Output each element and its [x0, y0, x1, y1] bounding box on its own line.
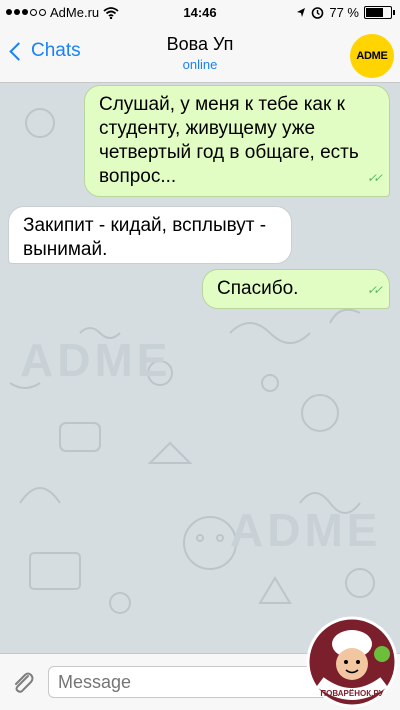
battery-icon — [364, 6, 395, 19]
chat-screen: AdMe.ru 14:46 77 % Chats Вова Уп online … — [0, 0, 400, 710]
message-text: Слушай, у меня к тебе как к студенту, жи… — [99, 94, 359, 187]
status-bar: AdMe.ru 14:46 77 % — [0, 0, 400, 26]
svg-text:ПОВАРЁНОК.РУ: ПОВАРЁНОК.РУ — [320, 689, 384, 698]
battery-percent: 77 % — [329, 5, 359, 20]
nav-bar: Chats Вова Уп online ADME — [0, 26, 400, 83]
battery-fill — [366, 8, 383, 17]
message-list[interactable]: ADME ADME ADME Слушай, у меня к тебе как… — [0, 83, 400, 653]
chat-title: Вова Уп — [166, 34, 234, 54]
message-bubble-incoming[interactable]: Закипит - кидай, всплывут - вынимай. — [8, 206, 292, 264]
alarm-icon — [312, 7, 324, 19]
paperclip-icon[interactable] — [10, 670, 36, 696]
location-arrow-icon — [297, 7, 306, 17]
message-input[interactable] — [48, 666, 338, 698]
contact-status: online — [182, 57, 218, 72]
read-checkmarks-icon: ✓✓ — [366, 171, 383, 185]
message-bubble-outgoing[interactable]: Слушай, у меня к тебе как к студенту, жи… — [84, 85, 390, 197]
read-checkmarks-icon: ✓✓ — [366, 283, 383, 297]
avatar[interactable]: ADME — [350, 34, 394, 78]
povarenok-logo: ПОВАРЁНОК.РУ — [306, 616, 398, 708]
watermark: ADME — [20, 334, 172, 386]
message-text: Закипит - кидай, всплывут - вынимай. — [23, 215, 267, 260]
message-bubble-outgoing[interactable]: Спасибо. ✓✓ — [202, 269, 390, 309]
message-text: Спасибо. — [217, 278, 299, 299]
watermark: ADME — [230, 504, 382, 556]
